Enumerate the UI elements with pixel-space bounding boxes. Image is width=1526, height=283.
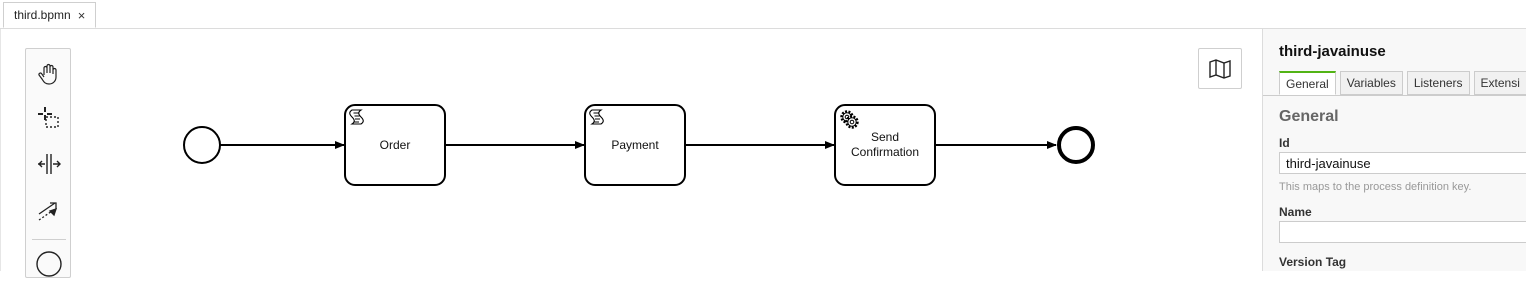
start-event[interactable] [183,126,221,164]
id-input[interactable] [1279,152,1526,174]
id-hint: This maps to the process definition key. [1279,181,1472,193]
tab-extensions[interactable]: Extensi [1473,71,1526,95]
tab-general[interactable]: General [1279,71,1336,95]
section-title: General [1279,108,1339,125]
end-event[interactable] [1057,126,1095,164]
tab-listeners[interactable]: Listeners [1406,71,1470,95]
file-tab[interactable]: third.bpmn × [3,2,97,28]
close-icon[interactable]: × [78,8,86,23]
properties-panel: third-javainuse General Variables Listen… [1262,29,1526,271]
properties-tabs: General Variables Listeners Extensi [1279,71,1526,95]
diagram-canvas[interactable]: Order Payment Send Confirmation [0,29,1263,278]
file-tab-label: third.bpmn [14,8,71,22]
name-label: Name [1279,205,1312,219]
general-section: General Id This maps to the process defi… [1263,95,1526,271]
tab-variables[interactable]: Variables [1339,71,1403,95]
id-label: Id [1279,136,1290,150]
tab-bar: third.bpmn × [0,0,1526,29]
task-label: Order [379,137,411,152]
version-tag-label: Version Tag [1279,255,1347,269]
task-label: Payment [611,137,659,152]
panel-title: third-javainuse [1279,43,1386,60]
name-input[interactable] [1279,221,1526,243]
task-label: Send Confirmation [850,130,920,159]
